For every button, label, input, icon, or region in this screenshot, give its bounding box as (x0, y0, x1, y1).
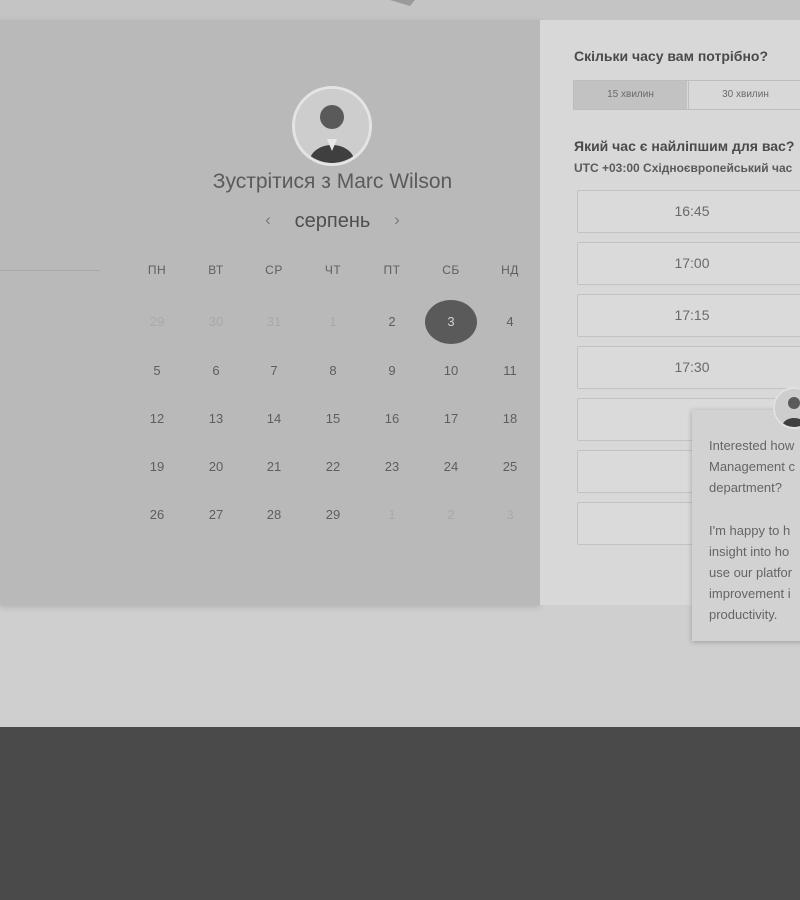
divider (0, 270, 100, 271)
person-icon (295, 89, 369, 163)
calendar-day[interactable]: 18 (490, 407, 530, 431)
calendar-day: 1 (388, 507, 396, 522)
time-slot[interactable]: 17:00 (577, 242, 800, 285)
calendar-day: 1 (329, 314, 337, 329)
calendar-day[interactable]: 6 (196, 359, 236, 383)
calendar-day: 29 (149, 314, 165, 329)
month-navigator: ‹ серпень › (240, 210, 425, 236)
duration-option-30[interactable]: 30 хвилин (688, 81, 800, 109)
top-strip (0, 0, 800, 20)
timezone-label: UTC +03:00 Східноєвропейський час (574, 161, 793, 175)
time-slot[interactable]: 17:15 (577, 294, 800, 337)
calendar-day: 2 (447, 507, 455, 522)
calendar-day[interactable]: 4 (490, 310, 530, 334)
next-month-button[interactable]: › (387, 210, 407, 230)
page: Зустрітися з Marc Wilson ‹ серпень › ПН В… (0, 0, 800, 727)
month-label: серпень (294, 210, 371, 232)
calendar-day: 31 (266, 314, 282, 329)
host-avatar (292, 86, 372, 166)
calendar-day[interactable]: 10 (431, 359, 471, 383)
calendar-day: 30 (208, 314, 224, 329)
calendar-day[interactable]: 11 (490, 359, 530, 383)
weekday-header: ПН (147, 263, 167, 277)
calendar-day[interactable]: 7 (254, 359, 294, 383)
time-slot[interactable]: 17:30 (577, 346, 800, 389)
chat-message: Interested how Management c department? (709, 438, 795, 495)
footer (0, 727, 800, 900)
weekday-header: ПТ (383, 263, 401, 277)
calendar-day[interactable]: 23 (372, 455, 412, 479)
calendar-day[interactable]: 29 (313, 503, 353, 527)
chat-message: I'm happy to h insight into ho use our p… (709, 523, 793, 622)
chat-popup[interactable]: Interested how Management c department? … (692, 410, 800, 641)
calendar-day[interactable]: 17 (431, 407, 471, 431)
calendar-day[interactable]: 19 (137, 455, 177, 479)
calendar-day[interactable]: 2 (372, 310, 412, 334)
person-icon (775, 389, 800, 427)
duration-question: Скільки часу вам потрібно? (574, 48, 769, 64)
calendar-day[interactable]: 27 (196, 503, 236, 527)
logo-icon (390, 0, 415, 6)
weekday-header: НД (501, 263, 519, 277)
calendar-day[interactable]: 9 (372, 359, 412, 383)
weekday-header: СР (265, 263, 283, 277)
duration-option-15[interactable]: 15 хвилин (574, 81, 687, 109)
duration-selector: 15 хвилин 30 хвилин (573, 80, 800, 110)
weekday-header: ЧТ (324, 263, 342, 277)
prev-month-button[interactable]: ‹ (258, 210, 278, 230)
calendar-day[interactable]: 25 (490, 455, 530, 479)
time-question: Який час є найліпшим для вас? (574, 138, 795, 154)
calendar-day[interactable]: 21 (254, 455, 294, 479)
calendar-day[interactable]: 22 (313, 455, 353, 479)
calendar-day[interactable]: 28 (254, 503, 294, 527)
calendar-day[interactable]: 16 (372, 407, 412, 431)
calendar-day[interactable]: 13 (196, 407, 236, 431)
calendar-day[interactable]: 20 (196, 455, 236, 479)
calendar-day[interactable]: 15 (313, 407, 353, 431)
calendar-day[interactable]: 26 (137, 503, 177, 527)
selected-day[interactable]: 3 (425, 300, 477, 344)
weekday-header: ВТ (208, 263, 224, 277)
calendar-day[interactable]: 14 (254, 407, 294, 431)
time-slot[interactable]: 16:45 (577, 190, 800, 233)
calendar-day[interactable]: 8 (313, 359, 353, 383)
calendar-day[interactable]: 5 (137, 359, 177, 383)
calendar-day: 3 (506, 507, 514, 522)
weekday-header: СБ (442, 263, 460, 277)
calendar-day[interactable]: 24 (431, 455, 471, 479)
calendar-day[interactable]: 12 (137, 407, 177, 431)
